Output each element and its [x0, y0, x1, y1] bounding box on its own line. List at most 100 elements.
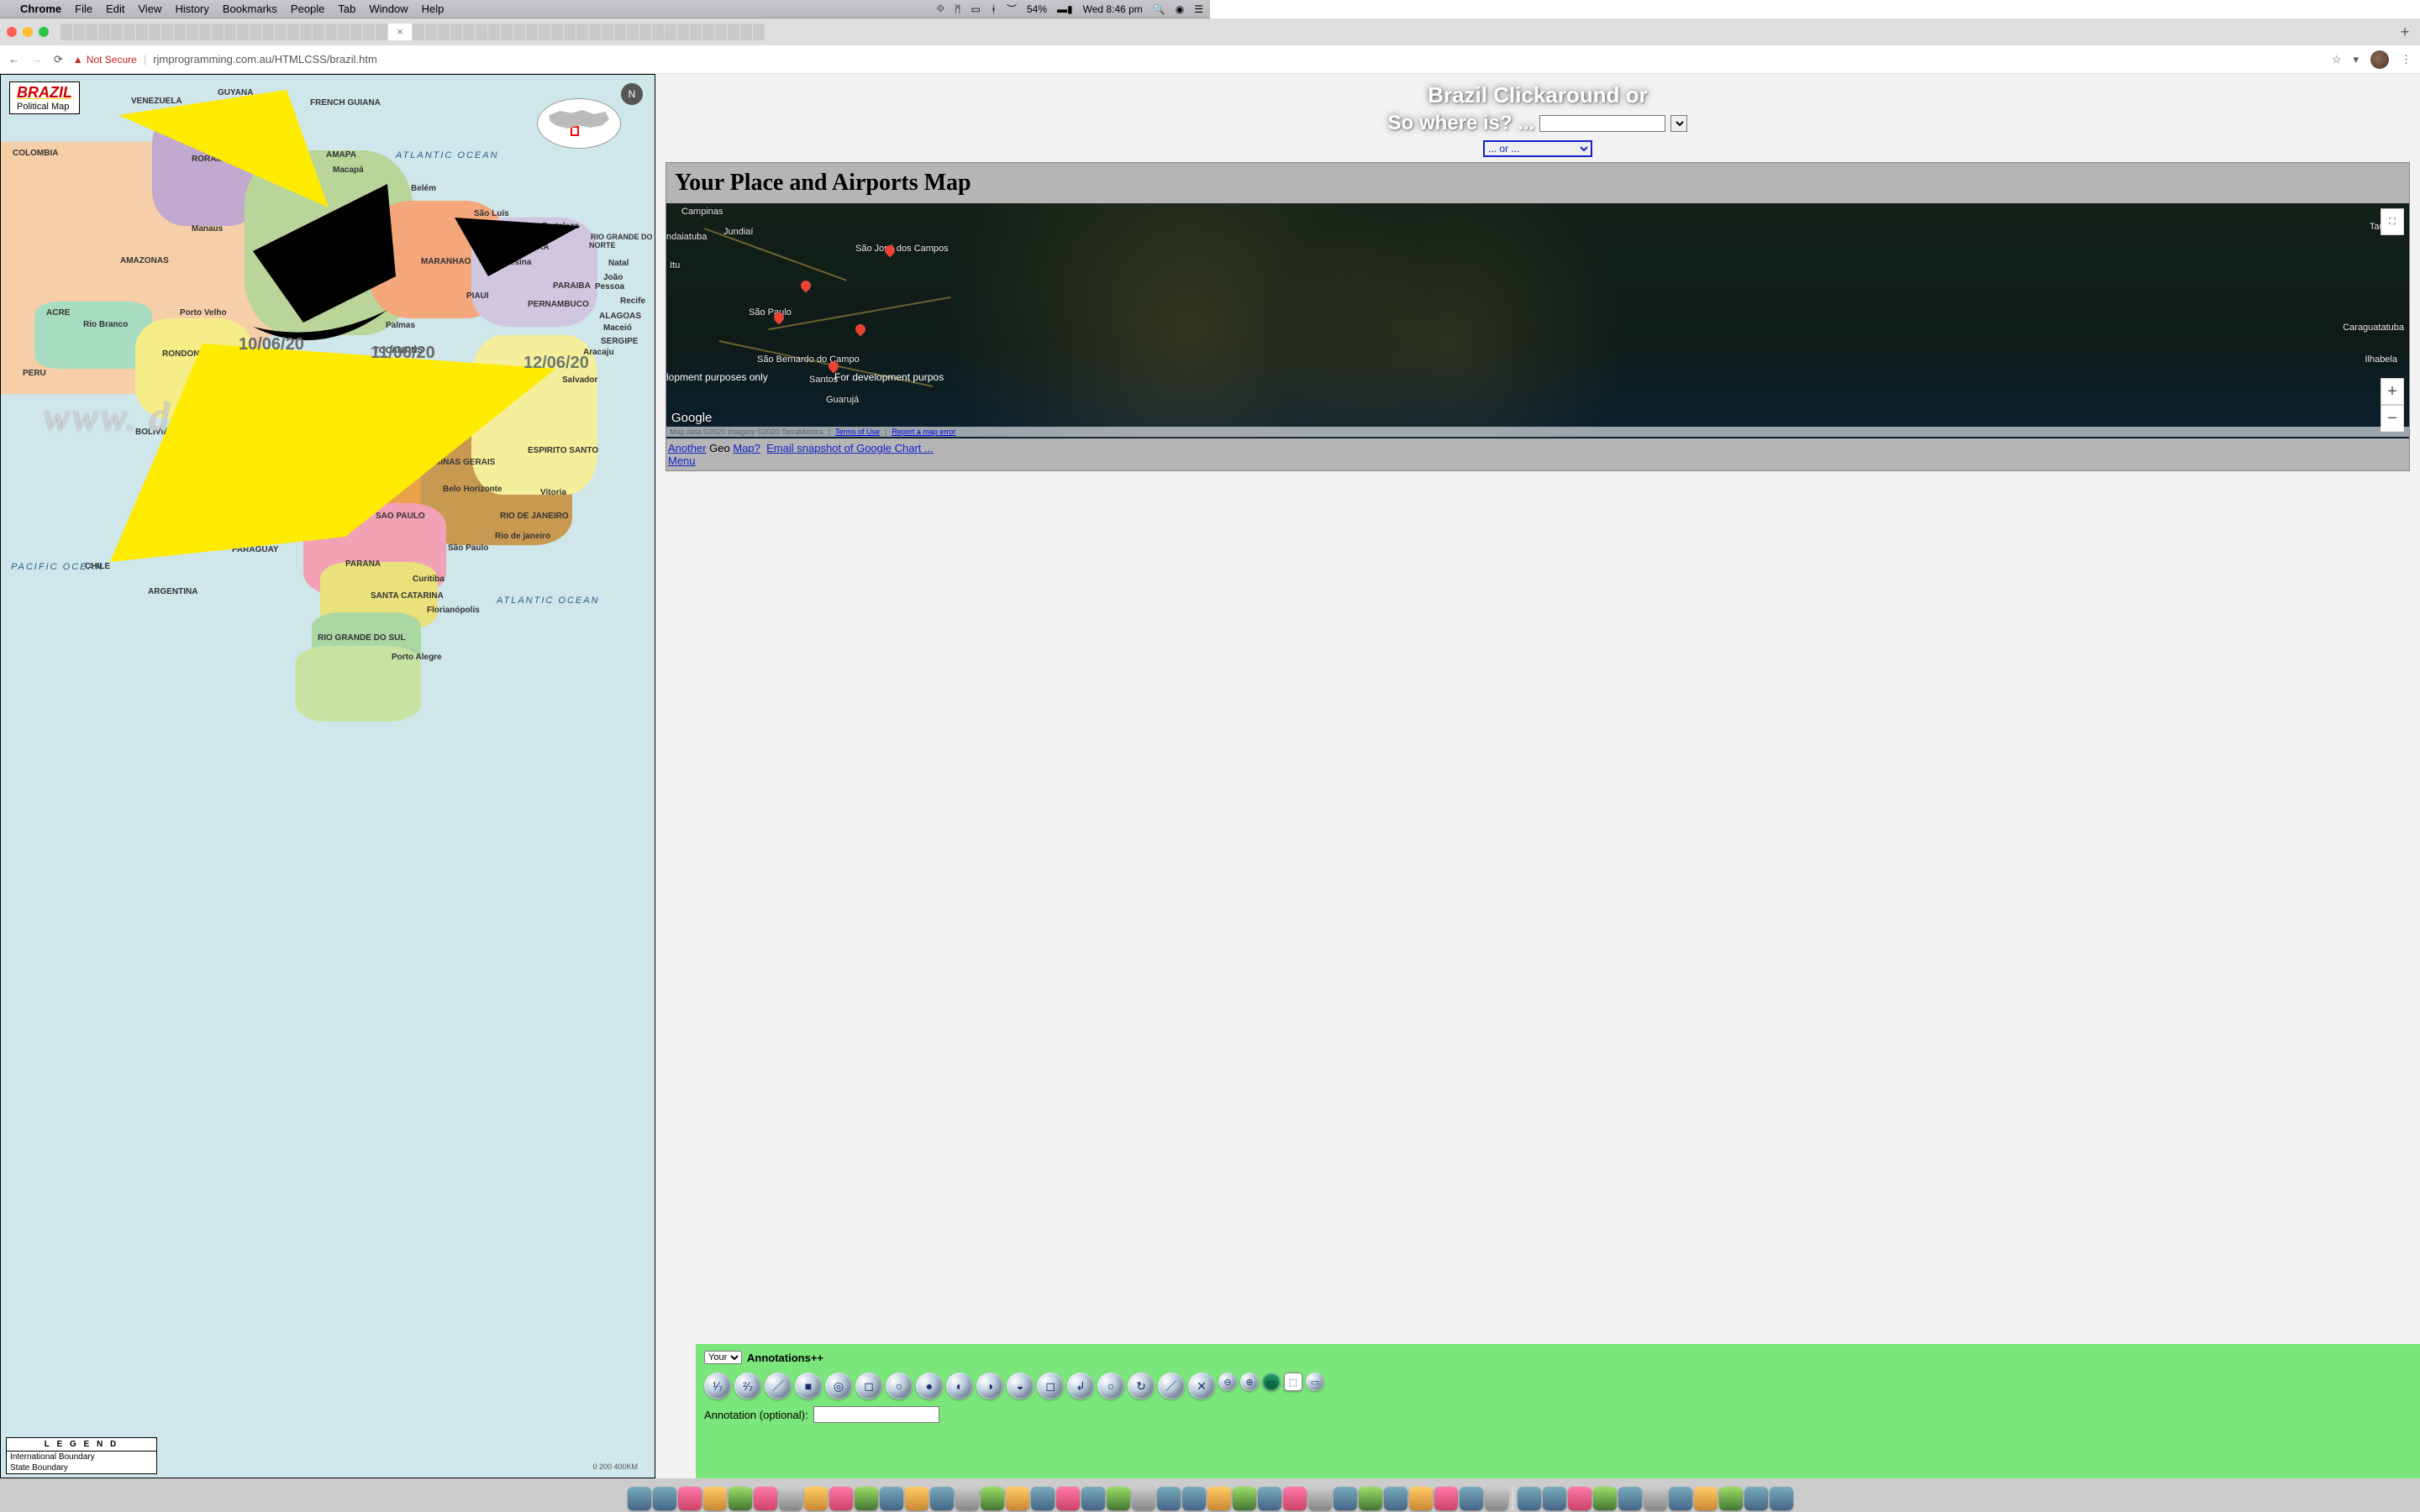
maximize-window[interactable]: [39, 27, 49, 37]
siri-icon[interactable]: ◉: [1176, 3, 1184, 15]
dock-app[interactable]: [981, 1487, 1004, 1510]
pinned-tab[interactable]: [212, 24, 224, 40]
dock-app[interactable]: [1568, 1487, 1591, 1510]
pinned-tab[interactable]: [602, 24, 613, 40]
pinned-tab[interactable]: [501, 24, 513, 40]
pinned-tab[interactable]: [250, 24, 261, 40]
tool-half3[interactable]: ◒: [1007, 1373, 1034, 1399]
tool-half1[interactable]: ◐: [946, 1373, 973, 1399]
pinned-tab[interactable]: [677, 24, 689, 40]
spotlight-icon[interactable]: 🔍: [1153, 3, 1165, 15]
pinned-tab[interactable]: [338, 24, 350, 40]
pinned-tab[interactable]: [753, 24, 765, 40]
minimize-window[interactable]: [23, 27, 33, 37]
menu-bookmarks[interactable]: Bookmarks: [223, 3, 277, 15]
pinned-tab[interactable]: [124, 24, 135, 40]
back-button[interactable]: ←: [8, 53, 19, 66]
dock-app[interactable]: [1434, 1487, 1458, 1510]
pinned-tab[interactable]: [690, 24, 702, 40]
tool-rect[interactable]: ◻: [855, 1373, 882, 1399]
pinned-tab[interactable]: [589, 24, 601, 40]
active-tab[interactable]: [388, 24, 412, 40]
dock-app[interactable]: [1359, 1487, 1382, 1510]
pinned-tab[interactable]: [526, 24, 538, 40]
email-link[interactable]: Email snapshot of Google Chart ...: [766, 442, 934, 454]
dock-app[interactable]: [1694, 1487, 1718, 1510]
tool-select[interactable]: ⬚: [1284, 1373, 1302, 1391]
menu-tab[interactable]: Tab: [338, 3, 355, 15]
state-acre[interactable]: ACRE: [45, 308, 71, 318]
menu-history[interactable]: History: [175, 3, 208, 15]
dock-app[interactable]: [1593, 1487, 1617, 1510]
tool-rect2[interactable]: ◻: [1037, 1373, 1064, 1399]
dock-app[interactable]: [855, 1487, 878, 1510]
tool-circle2[interactable]: ○: [1097, 1373, 1124, 1399]
menu-help[interactable]: Help: [422, 3, 445, 15]
wifi-icon[interactable]: ︶: [1007, 2, 1017, 16]
tool-plus[interactable]: ⊕: [1240, 1373, 1259, 1391]
dock-app[interactable]: [779, 1487, 802, 1510]
map-link[interactable]: Map?: [733, 442, 760, 454]
tool-rect-fill[interactable]: ■: [795, 1373, 822, 1399]
dock-app[interactable]: [1233, 1487, 1256, 1510]
status-icon[interactable]: ᛗ: [955, 3, 960, 15]
pinned-tab[interactable]: [136, 24, 148, 40]
map-pin[interactable]: [885, 245, 897, 257]
pinned-tab[interactable]: [73, 24, 85, 40]
another-link[interactable]: Another: [668, 442, 707, 454]
extensions-icon[interactable]: ▾: [2353, 53, 2359, 66]
tool-crop[interactable]: ▭: [1306, 1373, 1324, 1391]
pinned-tab[interactable]: [199, 24, 211, 40]
dock-app[interactable]: [1669, 1487, 1692, 1510]
report-link[interactable]: Report a map error: [892, 428, 955, 436]
dock-app[interactable]: [1485, 1487, 1508, 1510]
tool-circle-fill[interactable]: ●: [916, 1373, 943, 1399]
pinned-tab[interactable]: [262, 24, 274, 40]
dock-app[interactable]: [1384, 1487, 1407, 1510]
status-icon[interactable]: ⟐: [937, 3, 944, 15]
google-map[interactable]: Campinas Taubaté Jundiaí São José dos Ca…: [666, 203, 2409, 438]
dock-app[interactable]: [653, 1487, 676, 1510]
tool-circle[interactable]: ○: [886, 1373, 913, 1399]
tool-line[interactable]: ／: [765, 1373, 792, 1399]
star-icon[interactable]: ☆: [2332, 53, 2342, 66]
reload-button[interactable]: ⟳: [54, 53, 63, 66]
pinned-tab[interactable]: [513, 24, 525, 40]
city-manaus[interactable]: Manaus: [183, 224, 224, 234]
dock-app[interactable]: [754, 1487, 777, 1510]
pinned-tab[interactable]: [376, 24, 387, 40]
dock-app[interactable]: [628, 1487, 651, 1510]
menu-people[interactable]: People: [291, 3, 324, 15]
dock-app[interactable]: [1258, 1487, 1281, 1510]
dock-app[interactable]: [1006, 1487, 1029, 1510]
dock-app[interactable]: [1283, 1487, 1307, 1510]
dock-app[interactable]: [1132, 1487, 1155, 1510]
city-poa[interactable]: Porto Alegre: [383, 653, 444, 662]
pinned-tab[interactable]: [627, 24, 639, 40]
city-salvador[interactable]: Salvador: [554, 375, 599, 385]
close-window[interactable]: [7, 27, 17, 37]
city-joaopessoa[interactable]: João Pessoa: [595, 273, 655, 291]
map-pin[interactable]: [855, 324, 867, 336]
state-pernambuco[interactable]: PERNAMBUCO: [526, 300, 591, 309]
place-input[interactable]: [1539, 115, 1665, 132]
tool-half2[interactable]: ◑: [976, 1373, 1003, 1399]
dock-app[interactable]: [703, 1487, 727, 1510]
dock-app[interactable]: [1744, 1487, 1768, 1510]
dock-app[interactable]: [678, 1487, 702, 1510]
pinned-tab[interactable]: [111, 24, 123, 40]
notifications-icon[interactable]: ☰: [1194, 3, 1203, 15]
tool-delete[interactable]: ✕: [1188, 1373, 1215, 1399]
kebab-menu-icon[interactable]: ⋮: [2401, 53, 2412, 66]
dock-app[interactable]: [1207, 1487, 1231, 1510]
dock-app[interactable]: [1031, 1487, 1055, 1510]
pinned-tab[interactable]: [740, 24, 752, 40]
pinned-tab[interactable]: [438, 24, 450, 40]
state-alagoas[interactable]: ALAGOAS: [597, 312, 643, 321]
new-tab-button[interactable]: +: [2396, 24, 2413, 41]
pinned-tab[interactable]: [702, 24, 714, 40]
pinned-tab[interactable]: [463, 24, 475, 40]
pinned-tab[interactable]: [98, 24, 110, 40]
terms-link[interactable]: Terms of Use: [835, 428, 880, 436]
city-natal[interactable]: Natal: [600, 259, 630, 268]
